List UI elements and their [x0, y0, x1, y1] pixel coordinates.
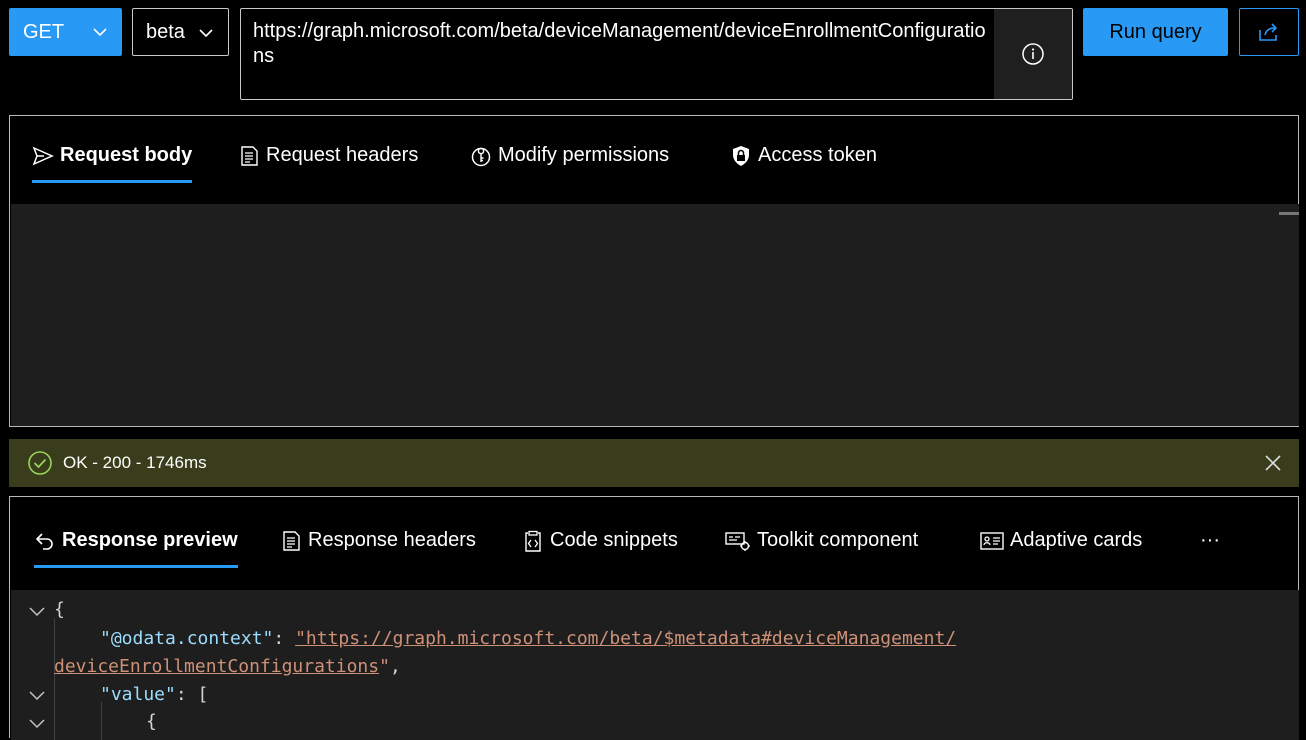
status-message-bar: OK - 200 - 1746ms	[9, 439, 1299, 487]
close-icon[interactable]	[1263, 453, 1283, 473]
version-value: beta	[146, 20, 185, 43]
tab-request-body[interactable]: Request body	[32, 144, 193, 183]
key-shield-icon	[471, 147, 491, 166]
tab-response-preview[interactable]: Response preview	[34, 529, 238, 568]
json-array-open: : [	[175, 684, 209, 705]
chevron-down-icon[interactable]	[27, 713, 47, 733]
json-colon: :	[273, 628, 296, 649]
status-text: OK - 200 - 1746ms	[63, 453, 207, 472]
chevron-down-icon[interactable]	[27, 601, 47, 621]
send-icon	[32, 146, 54, 165]
query-url-text[interactable]: https://graph.microsoft.com/beta/deviceM…	[253, 19, 988, 69]
editor-scrollbar[interactable]	[1279, 212, 1299, 215]
tab-adaptive-cards-label: Adaptive cards	[1010, 529, 1143, 551]
code-line: "@odata.context": "https://graph.microso…	[100, 625, 956, 653]
tab-toolkit-component[interactable]: Toolkit component	[725, 529, 918, 552]
tab-request-body-label: Request body	[60, 144, 193, 166]
tab-request-headers[interactable]: Request headers	[238, 144, 418, 167]
version-dropdown[interactable]: beta	[132, 8, 229, 56]
code-line: {	[54, 596, 65, 624]
card-icon	[980, 531, 1004, 550]
url-info-button[interactable]	[994, 9, 1072, 99]
more-tabs-button[interactable]: ···	[1200, 529, 1220, 552]
tab-adaptive-cards[interactable]: Adaptive cards	[980, 529, 1142, 552]
code-line: {	[146, 708, 157, 736]
code-line: "value": [	[100, 681, 208, 709]
json-context-url-cont[interactable]: deviceEnrollmentConfigurations	[54, 656, 379, 677]
json-comma: ,	[389, 656, 401, 677]
document-icon	[283, 530, 300, 551]
json-context-url[interactable]: "https://graph.microsoft.com/beta/$metad…	[295, 628, 956, 649]
response-panel: Response preview Response headers Code s…	[9, 496, 1299, 740]
lock-shield-icon	[733, 145, 749, 166]
share-query-button[interactable]	[1239, 8, 1299, 56]
tab-access-token-label: Access token	[758, 144, 877, 166]
request-body-editor[interactable]	[11, 204, 1299, 426]
json-open-brace: {	[54, 599, 65, 620]
tab-code-snippets[interactable]: Code snippets	[522, 529, 678, 552]
tab-response-headers-label: Response headers	[308, 529, 476, 551]
json-key-value: "value"	[100, 684, 176, 705]
run-query-label: Run query	[1109, 20, 1202, 43]
checkmark-circle-icon	[27, 450, 53, 476]
info-icon	[1022, 43, 1044, 65]
clipboard-code-icon	[525, 530, 541, 552]
more-icon: ···	[1200, 529, 1220, 551]
http-method-dropdown[interactable]: GET	[9, 8, 122, 56]
code-line: deviceEnrollmentConfigurations",	[54, 653, 401, 681]
json-key-context: "@odata.context"	[100, 628, 274, 649]
chevron-down-icon	[199, 29, 213, 38]
query-url-input[interactable]: https://graph.microsoft.com/beta/deviceM…	[240, 8, 1073, 100]
undo-arrow-icon	[35, 532, 53, 550]
share-icon	[1259, 23, 1278, 41]
response-json-viewer[interactable]: { "@odata.context": "https://graph.micro…	[11, 590, 1299, 740]
json-item-open: {	[146, 711, 157, 732]
tab-response-headers[interactable]: Response headers	[280, 529, 476, 552]
tab-request-headers-label: Request headers	[266, 144, 419, 166]
request-panel: Request body Request headers Modify perm…	[9, 115, 1299, 427]
tab-modify-permissions[interactable]: Modify permissions	[470, 144, 669, 167]
tab-toolkit-component-label: Toolkit component	[757, 529, 919, 551]
http-method-value: GET	[23, 20, 65, 43]
toolkit-icon	[725, 531, 750, 551]
chevron-down-icon[interactable]	[27, 685, 47, 705]
run-query-button[interactable]: Run query	[1083, 8, 1228, 56]
tab-access-token[interactable]: Access token	[730, 144, 877, 167]
chevron-down-icon	[93, 28, 107, 37]
tab-response-preview-label: Response preview	[62, 529, 238, 551]
json-string-quote: "	[379, 656, 390, 677]
tab-code-snippets-label: Code snippets	[550, 529, 678, 551]
tab-modify-permissions-label: Modify permissions	[498, 144, 670, 166]
document-icon	[241, 145, 258, 166]
